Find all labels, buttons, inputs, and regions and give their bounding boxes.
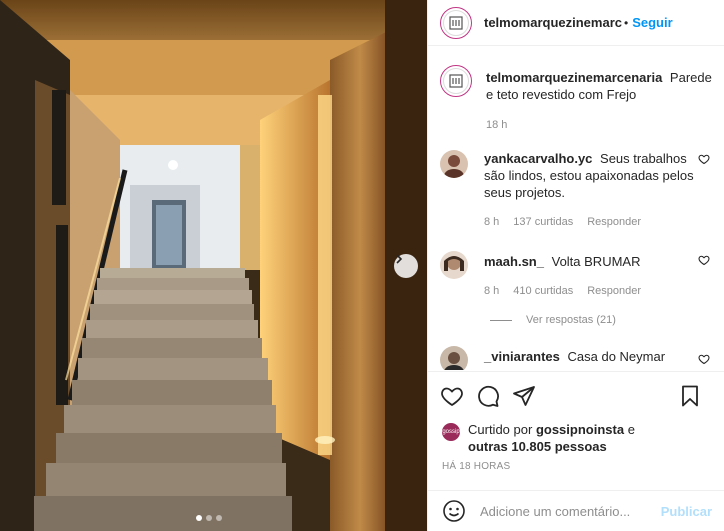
post-image[interactable] — [0, 0, 427, 531]
comment-icon[interactable] — [476, 384, 500, 408]
comment-likes[interactable]: 137 curtidas — [513, 214, 573, 231]
heart-icon[interactable] — [440, 384, 464, 408]
brand-logo — [443, 9, 469, 36]
comment-input[interactable] — [480, 503, 650, 519]
liked-by-user[interactable]: gossipnoinsta — [536, 422, 624, 437]
author-username[interactable]: telmomarquezinemarcenaria — [484, 15, 622, 30]
comment-item: maah.sn_ Volta BRUMAR 8 h 410 curtidas R… — [440, 251, 724, 300]
follow-button[interactable]: Seguir — [632, 15, 672, 30]
liked-by-others[interactable]: outras 10.805 pessoas — [468, 439, 607, 454]
post-header: telmomarquezinemarcenaria • Seguir — [428, 0, 724, 46]
caption-username[interactable]: telmomarquezinemarcenaria — [486, 70, 662, 85]
comment-item: _viniarantes Casa do Neymar — [440, 346, 724, 370]
heart-icon[interactable] — [698, 254, 710, 266]
view-replies-label: Ver respostas (21) — [526, 314, 616, 326]
brand-logo — [443, 68, 469, 94]
liked-by-connector: e — [627, 422, 635, 437]
logo-icon — [449, 15, 463, 30]
post-caption: telmomarquezinemarcenaria Parede e teto … — [440, 57, 724, 134]
view-replies-button[interactable]: Ver respostas (21) — [490, 314, 724, 326]
carousel-indicator — [196, 515, 222, 521]
post-actions — [428, 371, 724, 419]
emoji-icon[interactable] — [442, 499, 466, 523]
comment-time[interactable]: 8 h — [484, 214, 499, 231]
post-timestamp[interactable]: HÁ 18 HORAS — [442, 461, 510, 472]
carousel-dot — [216, 515, 222, 521]
publish-button[interactable]: Publicar — [661, 504, 712, 519]
comment-text: Volta BRUMAR — [551, 254, 641, 269]
comment-time[interactable]: 8 h — [484, 283, 499, 300]
likes-summary: gossip Curtido por gossipnoinsta e outra… — [442, 421, 635, 455]
post-sidebar: telmomarquezinemarcenaria • Seguir telmo… — [427, 0, 724, 531]
share-icon[interactable] — [512, 384, 536, 408]
liker-avatar[interactable]: gossip — [442, 423, 460, 441]
commenter-avatar[interactable] — [440, 346, 468, 370]
comment-likes[interactable]: 410 curtidas — [513, 283, 573, 300]
carousel-dot — [206, 515, 212, 521]
add-comment-bar: Publicar — [428, 490, 724, 531]
heart-icon[interactable] — [698, 153, 710, 165]
heart-icon[interactable] — [698, 353, 710, 365]
replies-divider — [490, 319, 512, 321]
carousel-dot — [196, 515, 202, 521]
bookmark-icon[interactable] — [678, 384, 702, 408]
commenter-avatar[interactable] — [440, 251, 468, 279]
comment-username[interactable]: yankacarvalho.yc — [484, 151, 592, 166]
logo-icon — [449, 74, 463, 88]
avatar[interactable] — [440, 6, 472, 39]
caption-time[interactable]: 18 h — [486, 117, 507, 134]
comment-username[interactable]: maah.sn_ — [484, 254, 544, 269]
commenter-avatar[interactable] — [440, 150, 468, 178]
comment-username[interactable]: _viniarantes — [484, 349, 560, 364]
staircase-photo — [0, 0, 427, 531]
comment-item: yankacarvalho.yc Seus trabalhos são lind… — [440, 150, 724, 231]
avatar[interactable] — [440, 65, 472, 97]
reply-button[interactable]: Responder — [587, 283, 641, 300]
carousel-next-button[interactable] — [394, 254, 418, 278]
separator-dot: • — [624, 15, 629, 30]
liked-by-prefix: Curtido por — [468, 422, 533, 437]
comments-list[interactable]: telmomarquezinemarcenaria Parede e teto … — [428, 57, 724, 370]
liker-avatar-text: gossip — [442, 429, 460, 435]
reply-button[interactable]: Responder — [587, 214, 641, 231]
comment-text: Casa do Neymar — [567, 349, 666, 364]
chevron-right-icon — [396, 254, 403, 264]
